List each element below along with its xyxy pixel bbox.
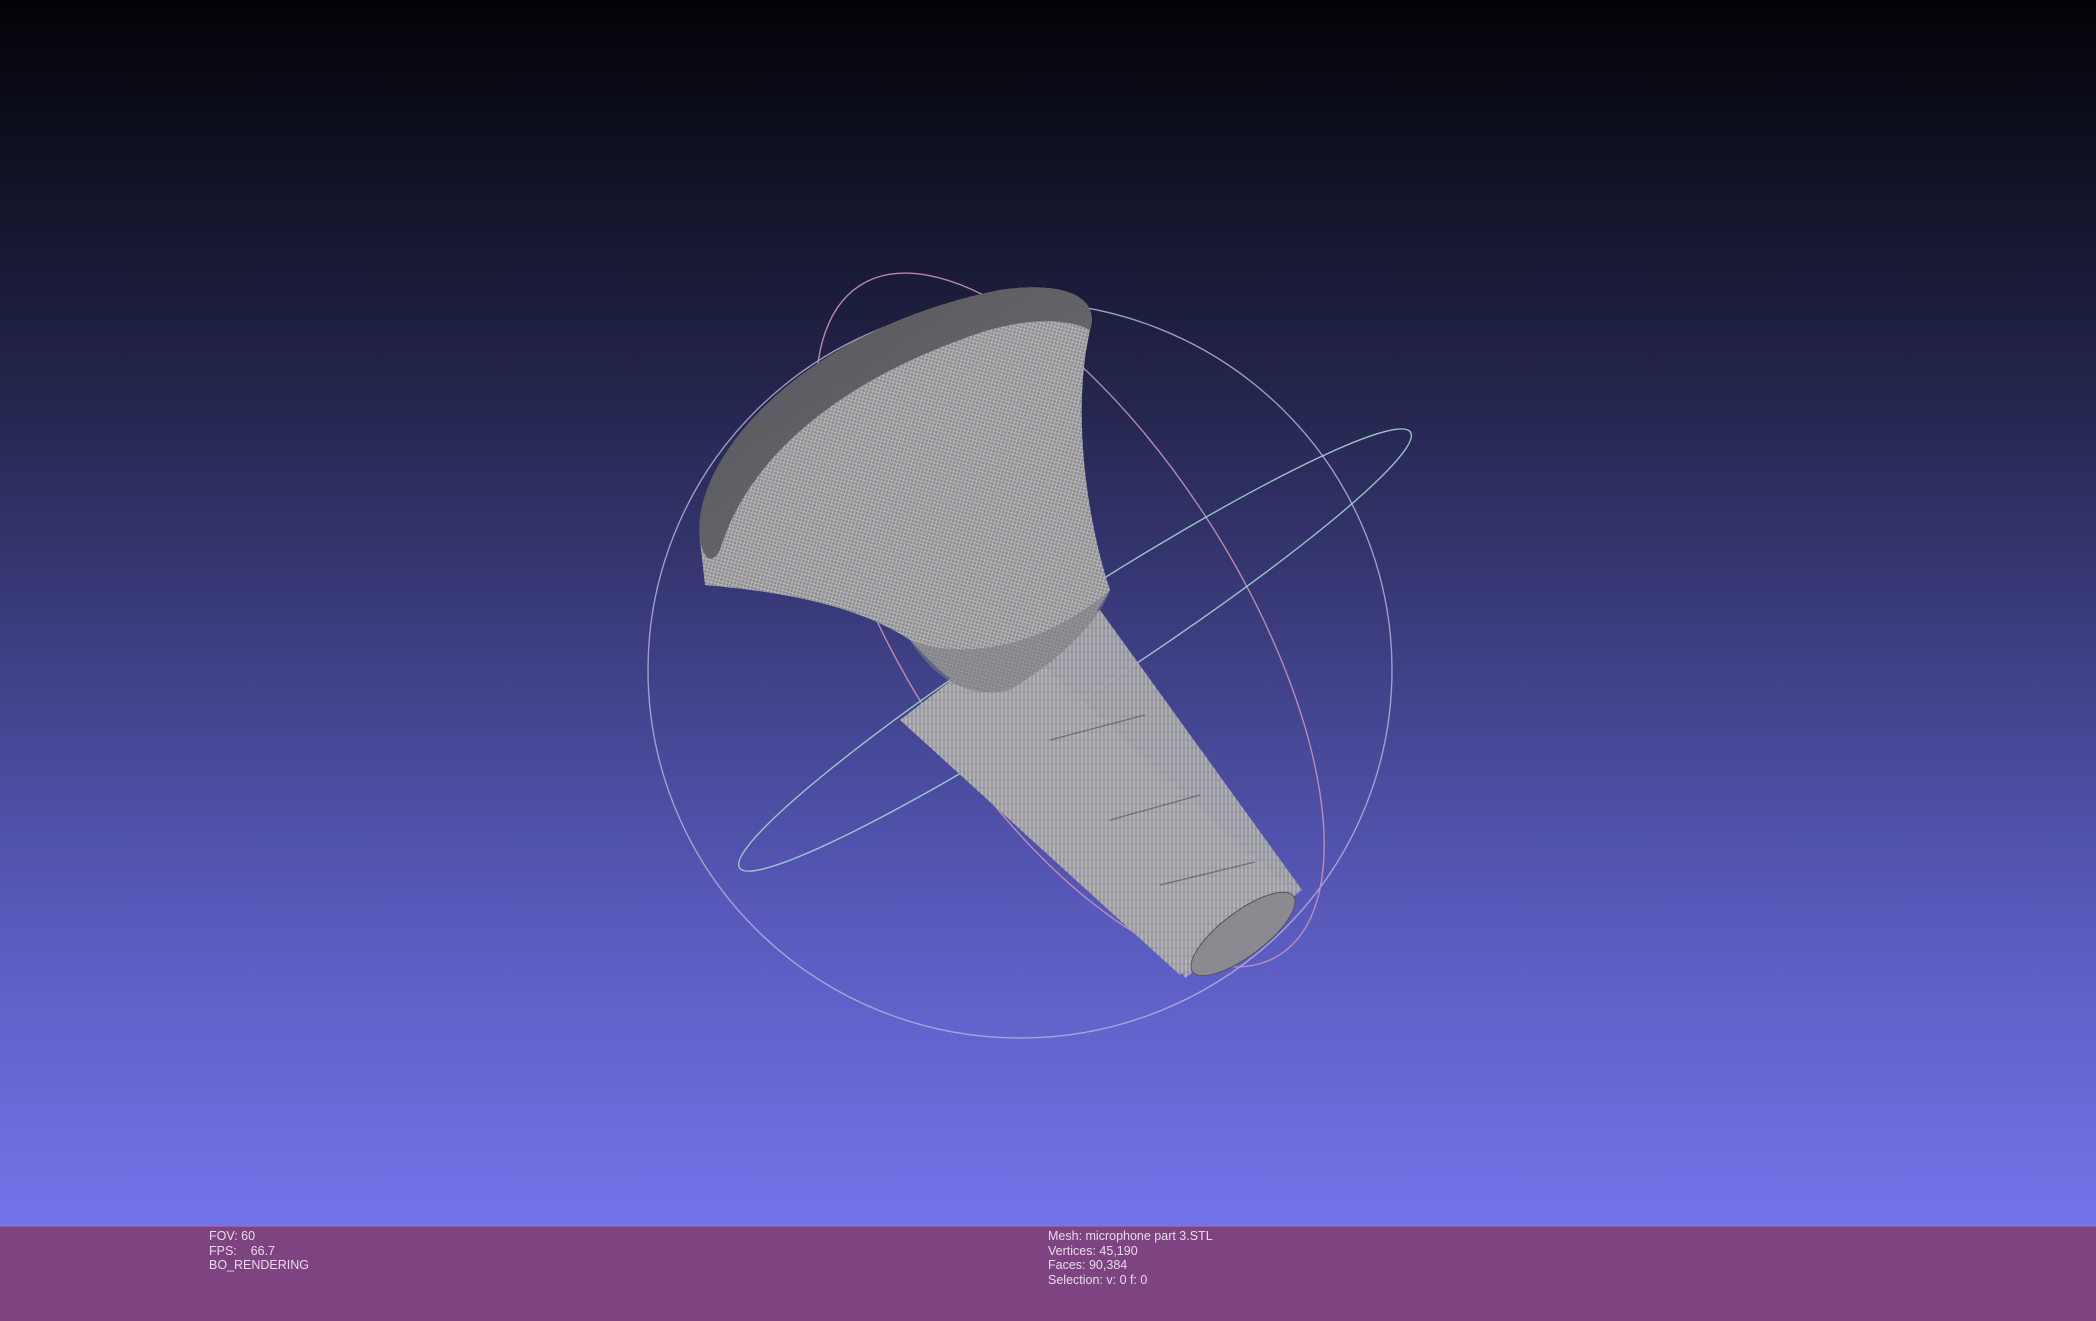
render-info-panel: FOV: 60 FPS: 66.7 BO_RENDERING: [209, 1229, 309, 1273]
mesh-model[interactable]: [699, 287, 1306, 989]
fps-readout: FPS: 66.7: [209, 1243, 276, 1258]
mesh-name-readout: Mesh: microphone part 3.STL: [1048, 1229, 1213, 1243]
faces-readout: Faces: 90,384: [1048, 1258, 1128, 1272]
fov-readout: FOV: 60: [209, 1229, 256, 1243]
vertices-readout: Vertices: 45,190: [1048, 1243, 1138, 1258]
mesh-info-panel: Mesh: microphone part 3.STL Vertices: 45…: [1048, 1229, 1213, 1287]
scene-canvas[interactable]: [0, 0, 2096, 1226]
3d-viewport[interactable]: [0, 0, 2096, 1226]
status-info-bar: FOV: 60 FPS: 66.7 BO_RENDERING Mesh: mic…: [0, 1226, 2096, 1321]
selection-readout: Selection: v: 0 f: 0: [1048, 1272, 1148, 1287]
render-mode-readout: BO_RENDERING: [209, 1258, 310, 1272]
